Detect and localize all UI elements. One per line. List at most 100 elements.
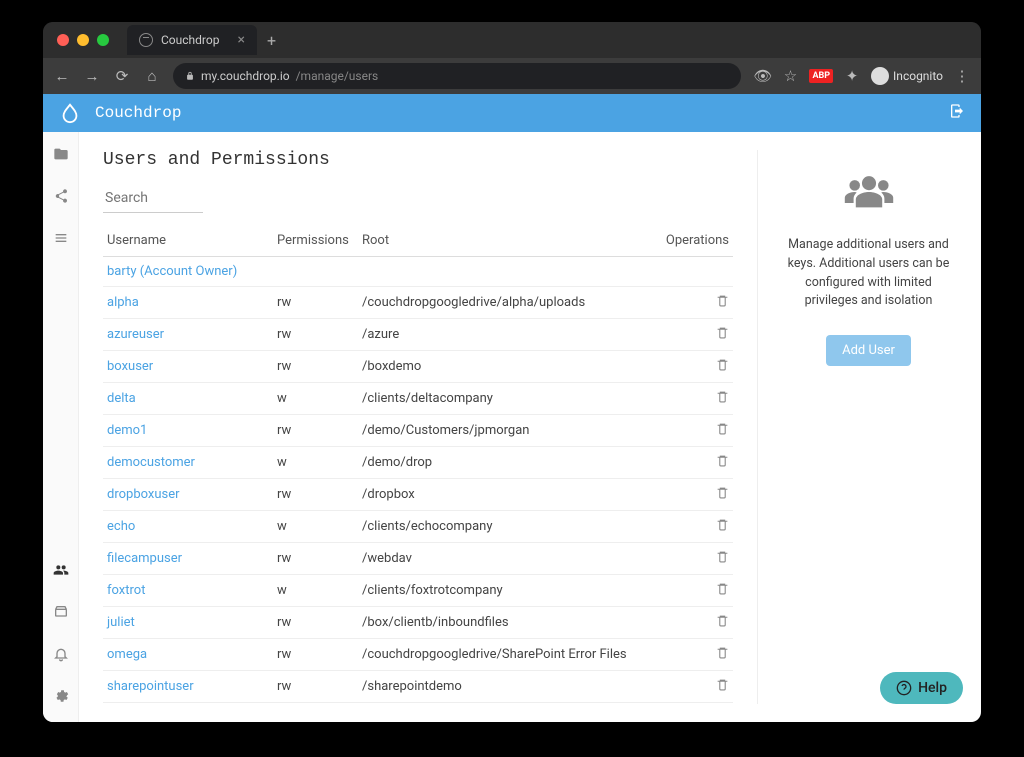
user-permissions: w: [273, 511, 358, 543]
close-tab-icon[interactable]: ×: [237, 32, 244, 48]
trash-icon[interactable]: [716, 424, 729, 439]
window-controls: [57, 34, 109, 46]
help-icon: [896, 680, 912, 696]
table-row: sharepointuser rw/sharepointdemo: [103, 671, 733, 703]
info-text: Manage additional users and keys. Additi…: [780, 236, 957, 311]
browser-tab[interactable]: Couchdrop ×: [127, 25, 257, 55]
trash-icon[interactable]: [716, 328, 729, 343]
incognito-badge: Incognito: [871, 67, 943, 85]
user-root: /webdav: [358, 543, 653, 575]
extensions-icon[interactable]: ✦: [843, 67, 861, 85]
trash-icon[interactable]: [716, 488, 729, 503]
table-row: boxuserrw/boxdemo: [103, 351, 733, 383]
url-input[interactable]: my.couchdrop.io/manage/users: [173, 63, 741, 89]
user-root: /demo/drop: [358, 447, 653, 479]
user-root: /clients/deltacompany: [358, 383, 653, 415]
user-permissions: [273, 257, 358, 287]
eye-off-icon[interactable]: 👁: [753, 67, 771, 85]
forward-button[interactable]: →: [83, 67, 101, 85]
sidebar-item-share[interactable]: [53, 188, 69, 208]
user-root: /clients/foxtrotcompany: [358, 575, 653, 607]
table-row: democustomerw/demo/drop: [103, 447, 733, 479]
address-bar: ← → ⟳ ⌂ my.couchdrop.io/manage/users 👁 ☆…: [43, 58, 981, 94]
table-row: barty (Account Owner): [103, 257, 733, 287]
menu-icon[interactable]: ⋮: [953, 67, 971, 85]
user-permissions: rw: [273, 319, 358, 351]
user-link[interactable]: foxtrot: [107, 583, 145, 598]
trash-icon[interactable]: [716, 456, 729, 471]
reload-button[interactable]: ⟳: [113, 67, 131, 85]
browser-window: Couchdrop × + ← → ⟳ ⌂ my.couchdrop.io/ma…: [43, 22, 981, 722]
bookmark-icon[interactable]: ☆: [781, 67, 799, 85]
user-link[interactable]: echo: [107, 519, 135, 534]
user-link[interactable]: omega: [107, 647, 147, 662]
user-permissions: rw: [273, 415, 358, 447]
user-link[interactable]: juliet: [107, 615, 135, 630]
user-link[interactable]: delta: [107, 391, 136, 406]
app-root: Couchdrop Users and Permissions: [43, 94, 981, 722]
table-row: echow/clients/echocompany: [103, 511, 733, 543]
trash-icon[interactable]: [716, 520, 729, 535]
incognito-icon: [871, 67, 889, 85]
back-button[interactable]: ←: [53, 67, 71, 85]
new-tab-button[interactable]: +: [267, 31, 276, 50]
user-link[interactable]: democustomer: [107, 455, 195, 470]
sidebar-item-storage[interactable]: [53, 604, 69, 624]
table-row: azureuser rw/azure: [103, 319, 733, 351]
user-link[interactable]: dropboxuser: [107, 487, 180, 502]
user-link[interactable]: barty (Account Owner): [107, 264, 237, 279]
user-permissions: w: [273, 575, 358, 607]
extensions: 👁 ☆ ABP ✦ Incognito ⋮: [753, 67, 971, 85]
logout-icon[interactable]: [949, 103, 965, 123]
user-permissions: rw: [273, 671, 358, 703]
page-title: Users and Permissions: [103, 150, 733, 170]
sidebar-item-list[interactable]: [53, 230, 69, 250]
url-host: my.couchdrop.io: [201, 69, 290, 83]
maximize-window-button[interactable]: [97, 34, 109, 46]
trash-icon[interactable]: [716, 296, 729, 311]
user-root: /demo/Customers/jpmorgan: [358, 415, 653, 447]
col-username: Username: [103, 225, 273, 257]
trash-icon[interactable]: [716, 680, 729, 695]
close-window-button[interactable]: [57, 34, 69, 46]
user-root: [358, 257, 653, 287]
user-permissions: rw: [273, 479, 358, 511]
user-link[interactable]: alpha: [107, 295, 139, 310]
add-user-button[interactable]: Add User: [826, 335, 911, 366]
user-root: /azure: [358, 319, 653, 351]
user-permissions: rw: [273, 287, 358, 319]
user-link[interactable]: sharepointuser: [107, 679, 194, 694]
search-input[interactable]: [103, 184, 203, 213]
minimize-window-button[interactable]: [77, 34, 89, 46]
trash-icon[interactable]: [716, 360, 729, 375]
sidebar-item-settings[interactable]: [53, 688, 69, 708]
user-link[interactable]: demo1: [107, 423, 147, 438]
table-row: demo1 rw/demo/Customers/jpmorgan: [103, 415, 733, 447]
table-row: alpharw/couchdropgoogledrive/alpha/uploa…: [103, 287, 733, 319]
trash-icon[interactable]: [716, 552, 729, 567]
user-link[interactable]: boxuser: [107, 359, 153, 374]
trash-icon[interactable]: [716, 584, 729, 599]
user-root: /dropbox: [358, 479, 653, 511]
col-permissions: Permissions: [273, 225, 358, 257]
home-button[interactable]: ⌂: [143, 67, 161, 85]
nav-rail: [43, 132, 79, 722]
adblock-icon[interactable]: ABP: [809, 69, 833, 83]
user-permissions: w: [273, 383, 358, 415]
trash-icon[interactable]: [716, 648, 729, 663]
app-header: Couchdrop: [43, 94, 981, 132]
help-button[interactable]: Help: [880, 672, 963, 704]
user-permissions: rw: [273, 607, 358, 639]
trash-icon[interactable]: [716, 392, 729, 407]
titlebar: Couchdrop × +: [43, 22, 981, 58]
col-root: Root: [358, 225, 653, 257]
sidebar-item-users[interactable]: [53, 562, 69, 582]
couchdrop-logo: [59, 102, 81, 124]
sidebar-item-notifications[interactable]: [53, 646, 69, 666]
user-root: /box/clientb/inboundfiles: [358, 607, 653, 639]
user-link[interactable]: azureuser: [107, 327, 164, 342]
sidebar-item-files[interactable]: [53, 146, 69, 166]
user-link[interactable]: filecampuser: [107, 551, 182, 566]
trash-icon[interactable]: [716, 616, 729, 631]
user-root: /sharepointdemo: [358, 671, 653, 703]
